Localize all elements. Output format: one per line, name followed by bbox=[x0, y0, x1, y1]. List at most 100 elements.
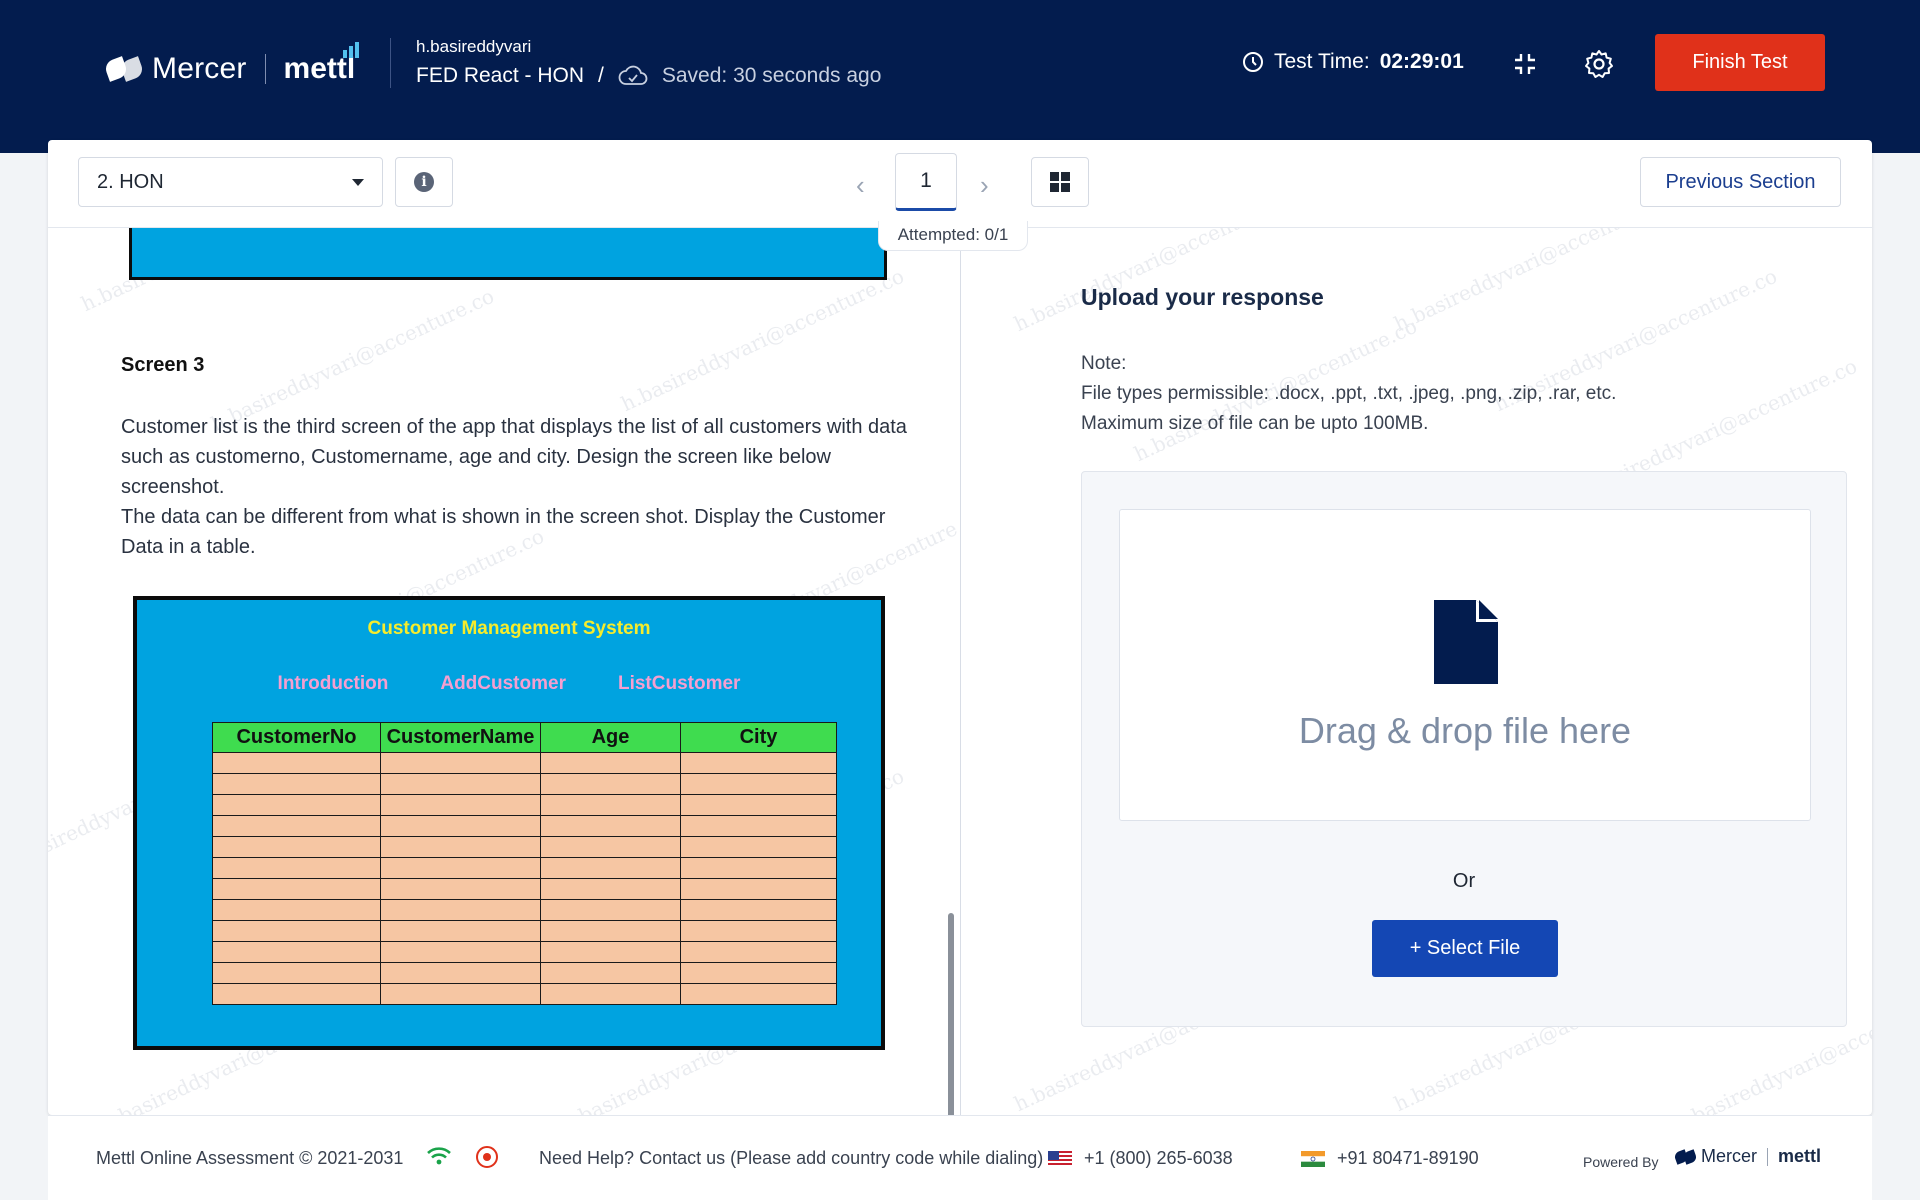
upload-box: Drag & drop file here Or + Select File bbox=[1081, 471, 1847, 1027]
mercer-mark-icon bbox=[1673, 1148, 1698, 1165]
screenshot-table-cell bbox=[680, 794, 837, 816]
screenshot-table-row bbox=[212, 899, 837, 921]
watermark-text: h.basireddyvari@accenture.co bbox=[1010, 228, 1301, 337]
us-flag-icon bbox=[1048, 1151, 1072, 1167]
description-line: Customer list is the third screen of the… bbox=[121, 416, 907, 498]
previous-section-button[interactable]: Previous Section bbox=[1640, 157, 1841, 207]
screenshot-table-cell bbox=[212, 941, 381, 963]
screenshot-table-cell bbox=[540, 962, 681, 984]
breadcrumb-separator: / bbox=[598, 64, 604, 87]
test-info: FED React - HON / Saved: 30 seconds ago bbox=[416, 64, 881, 88]
clock-icon bbox=[1243, 52, 1263, 72]
screenshot-table-cell bbox=[540, 878, 681, 900]
saved-status: Saved: 30 seconds ago bbox=[661, 64, 882, 87]
screenshot-table-cell bbox=[680, 962, 837, 984]
top-header: Mercer mettl h.basireddyvari FED React -… bbox=[0, 0, 1920, 153]
screenshot-table-cell bbox=[380, 962, 541, 984]
drop-zone[interactable]: Drag & drop file here bbox=[1119, 509, 1811, 821]
screenshot-title: Customer Management System bbox=[367, 618, 651, 639]
screenshot-table-cell bbox=[680, 983, 837, 1005]
gear-icon[interactable] bbox=[1583, 48, 1615, 80]
screenshot-table-cell bbox=[380, 941, 541, 963]
screenshot-table-cell bbox=[540, 815, 681, 837]
file-types-text: File types permissible: .docx, .ppt, .tx… bbox=[1081, 383, 1617, 404]
screenshot-table-cell bbox=[380, 983, 541, 1005]
timer-label: Test Time: bbox=[1274, 50, 1370, 73]
panel-scrollbar[interactable] bbox=[948, 913, 954, 1115]
upload-note: Note: File types permissible: .docx, .pp… bbox=[1081, 349, 1616, 439]
screenshot-table-cell bbox=[212, 773, 381, 795]
brand-mercer: Mercer bbox=[152, 52, 247, 85]
select-file-button[interactable]: + Select File bbox=[1372, 920, 1558, 977]
powered-mettl: mettl bbox=[1778, 1146, 1822, 1166]
screenshot-table-cell bbox=[680, 857, 837, 879]
watermark-text: h.basireddyvari@accenture.co bbox=[1390, 228, 1681, 337]
description-line: The data can be different from what is s… bbox=[121, 506, 886, 558]
wifi-icon bbox=[427, 1147, 451, 1165]
screenshot-table-cell bbox=[380, 752, 541, 774]
screenshot-table-cell bbox=[212, 836, 381, 858]
section-select[interactable]: 2. HON bbox=[78, 157, 383, 207]
screenshot-table-cell bbox=[540, 794, 681, 816]
question-grid-button[interactable] bbox=[1031, 157, 1089, 207]
previous-screenshot-image bbox=[129, 228, 887, 280]
question-description: Customer list is the third screen of the… bbox=[121, 412, 921, 562]
footer-help: Need Help? Contact us (Please add countr… bbox=[539, 1148, 1044, 1168]
footer-copyright: Mettl Online Assessment © 2021-2031 bbox=[96, 1148, 404, 1168]
max-size-text: Maximum size of file can be upto 100MB. bbox=[1081, 413, 1429, 434]
attempted-badge: Attempted: 0/1 bbox=[878, 221, 1028, 251]
question-panel[interactable]: h.basireddyvari@accenture.co h.basireddy… bbox=[48, 228, 960, 1115]
mercer-mark-icon bbox=[103, 56, 145, 82]
brand-separator bbox=[264, 54, 266, 84]
column-header: CustomerNo bbox=[212, 722, 381, 753]
prev-question-arrow[interactable]: ‹ bbox=[856, 170, 865, 201]
screenshot-table-cell bbox=[212, 815, 381, 837]
screenshot-table-cell bbox=[212, 899, 381, 921]
screenshot-table-cell bbox=[680, 878, 837, 900]
record-icon bbox=[476, 1146, 498, 1168]
screenshot-nav-item: AddCustomer bbox=[440, 673, 566, 694]
screenshot-table-cell bbox=[540, 899, 681, 921]
screenshot-table-cell bbox=[380, 878, 541, 900]
screenshot-table-cell bbox=[212, 983, 381, 1005]
screenshot-table-cell bbox=[680, 920, 837, 942]
screenshot-table-cell bbox=[212, 857, 381, 879]
screenshot-table-row bbox=[212, 941, 837, 963]
screenshot-table-cell bbox=[540, 752, 681, 774]
watermark-text: h.basireddyvari@accenture.co bbox=[617, 263, 908, 417]
screenshot-table-cell bbox=[380, 857, 541, 879]
screenshot-table-row bbox=[212, 794, 837, 816]
screenshot-table-cell bbox=[380, 836, 541, 858]
screenshot-table-row bbox=[212, 857, 837, 879]
india-flag-icon bbox=[1301, 1151, 1325, 1167]
screenshot-table-cell bbox=[212, 962, 381, 984]
screenshot-table-body bbox=[212, 752, 837, 1005]
section-select-value: 2. HON bbox=[97, 170, 164, 193]
screenshot-table-cell bbox=[540, 941, 681, 963]
collapse-icon[interactable] bbox=[1509, 48, 1541, 80]
next-question-arrow[interactable]: › bbox=[980, 170, 989, 201]
question-number[interactable]: 1 bbox=[895, 153, 957, 211]
screenshot-table-cell bbox=[540, 836, 681, 858]
screenshot-table-cell bbox=[380, 899, 541, 921]
screenshot-table-row bbox=[212, 878, 837, 900]
info-button[interactable]: i bbox=[395, 157, 453, 207]
finish-test-button[interactable]: Finish Test bbox=[1655, 34, 1825, 91]
upload-title: Upload your response bbox=[1081, 284, 1324, 310]
screenshot-table-cell bbox=[212, 878, 381, 900]
screenshot-table-row bbox=[212, 815, 837, 837]
screenshot-table-cell bbox=[380, 815, 541, 837]
screenshot-table-cell bbox=[212, 920, 381, 942]
footer-india-phone: +91 80471-89190 bbox=[1337, 1148, 1479, 1168]
screenshot-table-cell bbox=[212, 752, 381, 774]
screenshot-table-cell bbox=[540, 773, 681, 795]
response-panel: h.basireddyvari@accenture.co h.basireddy… bbox=[961, 228, 1872, 1115]
column-header: Age bbox=[540, 722, 681, 753]
screen-label: Screen 3 bbox=[121, 354, 205, 376]
header-divider bbox=[390, 38, 391, 88]
screenshot-table-cell bbox=[380, 773, 541, 795]
user-name: h.basireddyvari bbox=[416, 37, 532, 56]
test-timer: Test Time: 02:29:01 bbox=[1242, 50, 1464, 74]
screenshot-table-cell bbox=[680, 773, 837, 795]
column-header: CustomerName bbox=[380, 722, 541, 753]
